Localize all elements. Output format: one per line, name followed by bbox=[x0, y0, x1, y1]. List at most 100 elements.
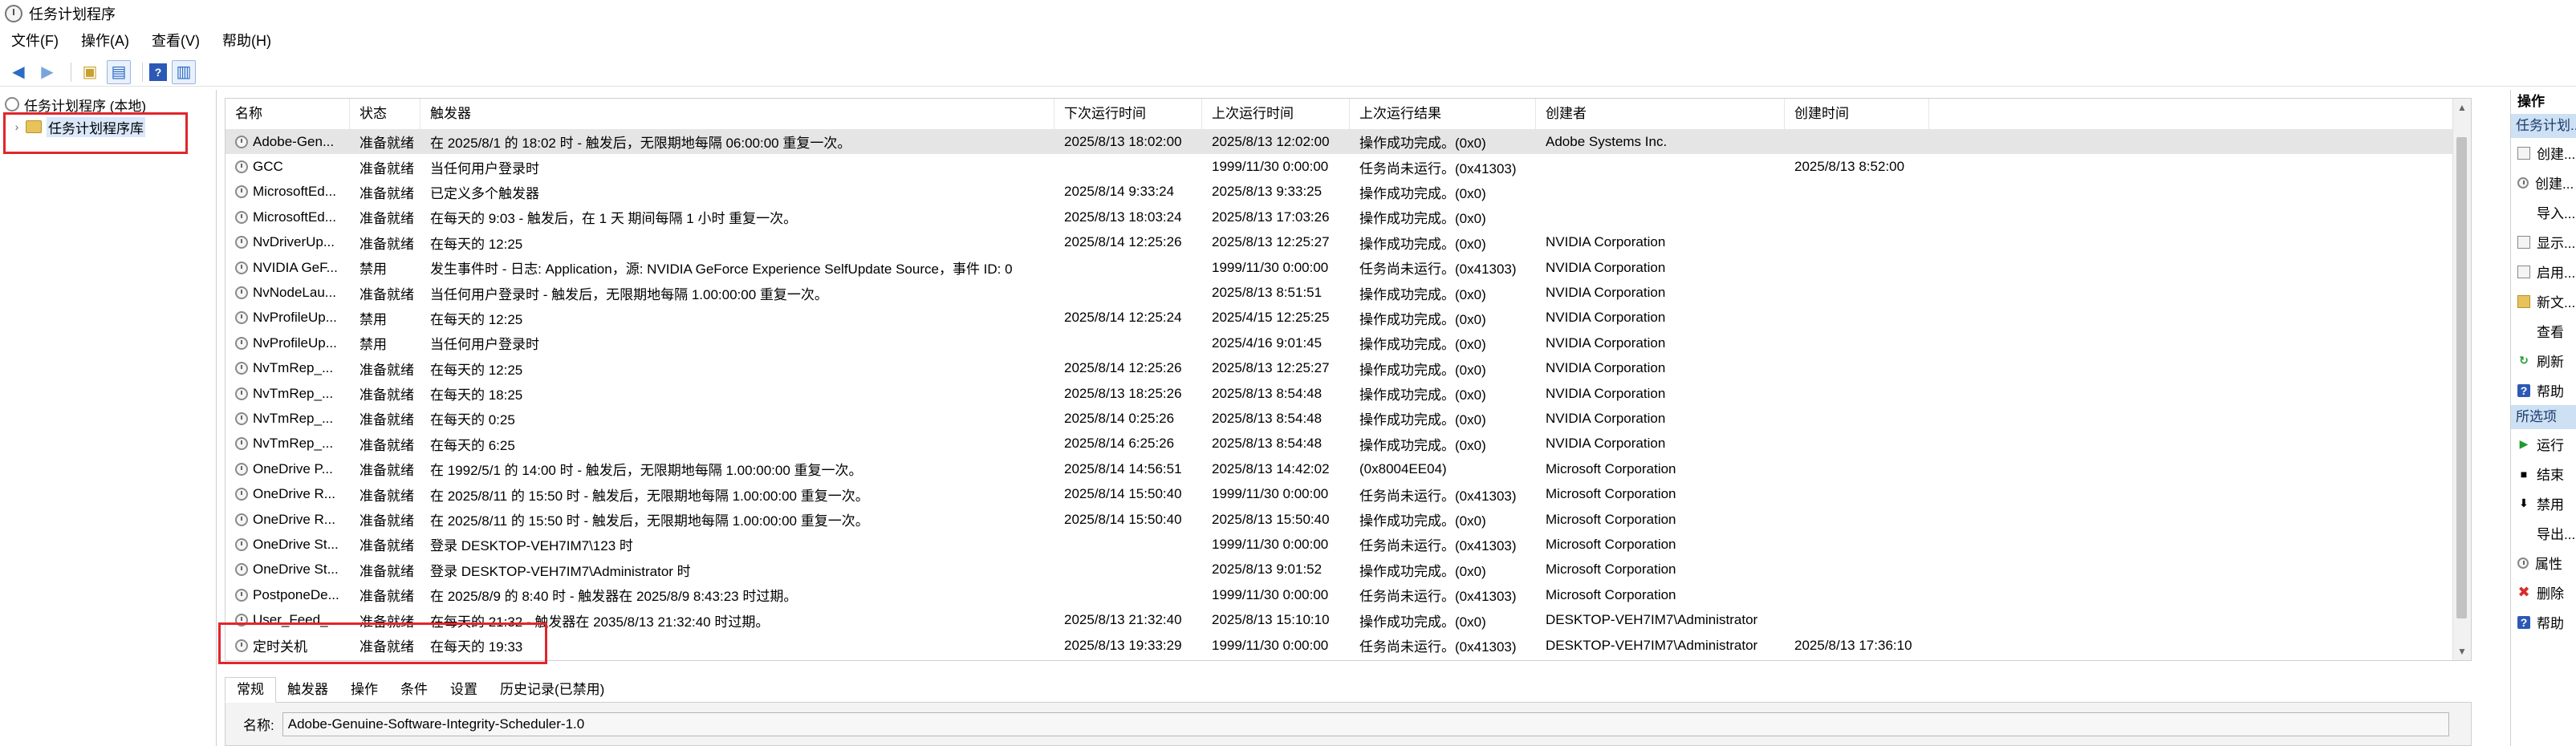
table-row[interactable]: PostponeDe... 准备就绪在 2025/8/9 的 8:40 时 - 触… bbox=[226, 582, 2471, 607]
table-row[interactable]: 定时关机 准备就绪 在每天的 19:33 2025/8/13 19:33:29 1999… bbox=[226, 633, 2471, 658]
table-row[interactable]: NvDriverUp... 准备就绪 在每天的 12:25 2025/8/14 12:… bbox=[226, 230, 2471, 255]
highlight-box-shutdown-task bbox=[218, 622, 547, 664]
tab-settings[interactable]: 设置 bbox=[439, 678, 489, 702]
column-header-name[interactable]: 名称 bbox=[226, 99, 350, 129]
help-icon[interactable]: ? bbox=[149, 63, 167, 81]
table-row[interactable]: NvTmRep_... 准备就绪 在每天的 12:25 2025/8/14 12:25… bbox=[226, 356, 2471, 381]
action-refresh[interactable]: ↻ 刷新 bbox=[2511, 346, 2576, 375]
action-enable-history[interactable]: 启用... bbox=[2511, 257, 2576, 286]
actions-section-scheduler[interactable]: 任务计划... bbox=[2511, 114, 2576, 138]
action-create-basic[interactable]: 创建... bbox=[2511, 138, 2576, 168]
table-row[interactable]: NvNodeLau... 准备就绪 当任何用户登录时 - 触发后，无限期地每隔 1.… bbox=[226, 280, 2471, 305]
cell-author: Adobe Systems Inc. bbox=[1546, 133, 1668, 149]
cell-last-result: 操作成功完成。(0x0) bbox=[1359, 286, 1486, 302]
table-row[interactable]: NvTmRep_... 准备就绪 在每天的 18:25 2025/8/13 18:25… bbox=[226, 381, 2471, 406]
table-row[interactable]: NvProfileUp... 禁用 当任何用户登录时 2025/4/16 9:01:4… bbox=[226, 330, 2471, 355]
table-row[interactable]: OneDrive St... 准备就绪 登录 DESKTOP-VEH7IM7\Adm… bbox=[226, 557, 2471, 582]
column-header-trigger[interactable]: 触发器 bbox=[421, 99, 1054, 129]
menu-file[interactable]: 文件(F) bbox=[0, 30, 70, 51]
cell-created: 2025/8/13 17:36:10 bbox=[1794, 637, 1912, 653]
cell-next-run: 2025/8/13 18:03:24 bbox=[1064, 209, 1182, 225]
action-help[interactable]: ? 帮助 bbox=[2511, 375, 2576, 405]
cell-author: Microsoft Corporation bbox=[1546, 511, 1676, 527]
cell-status: 禁用 bbox=[360, 262, 387, 278]
table-row[interactable]: NvProfileUp... 禁用 在每天的 12:25 2025/8/14 12:2… bbox=[226, 306, 2471, 330]
table-row[interactable]: OneDrive St... 准备就绪 登录 DESKTOP-VEH7IM7\123… bbox=[226, 532, 2471, 557]
cell-last-run: 1999/11/30 0:00:00 bbox=[1212, 259, 1329, 275]
tab-triggers[interactable]: 触发器 bbox=[276, 678, 339, 702]
column-header-last-run[interactable]: 上次运行时间 bbox=[1202, 99, 1350, 129]
table-row[interactable]: MicrosoftEd... 准备就绪 已定义多个触发器 2025/8/14 9:33… bbox=[226, 180, 2471, 205]
action-display-running[interactable]: 显示... bbox=[2511, 227, 2576, 257]
column-header-status[interactable]: 状态 bbox=[350, 99, 421, 129]
name-field[interactable]: Adobe-Genuine-Software-Integrity-Schedul… bbox=[282, 712, 2449, 736]
forward-arrow-icon[interactable]: ▶ bbox=[35, 60, 59, 84]
task-name: NVIDIA GeF... bbox=[253, 259, 338, 275]
column-header-last-result[interactable]: 上次运行结果 bbox=[1350, 99, 1536, 129]
cell-next-run: 2025/8/14 6:25:26 bbox=[1064, 436, 1175, 452]
menu-view[interactable]: 查看(V) bbox=[140, 30, 211, 51]
cell-name: NvProfileUp... bbox=[226, 310, 350, 326]
cell-last-result: 任务尚未运行。(0x41303) bbox=[1359, 262, 1517, 278]
up-folder-icon[interactable]: ▣ bbox=[78, 60, 102, 84]
table-row[interactable]: NVIDIA GeF... 禁用 发生事件时 - 日志: Application，源… bbox=[226, 255, 2471, 280]
task-clock-icon bbox=[235, 412, 248, 425]
window-title: 任务计划程序 bbox=[29, 6, 116, 22]
column-header-next-run[interactable]: 下次运行时间 bbox=[1054, 99, 1202, 129]
create-basic-task-icon bbox=[2517, 146, 2530, 160]
action-end[interactable]: ■ 结束 bbox=[2511, 459, 2576, 489]
cell-last-run: 2025/8/13 14:42:02 bbox=[1212, 460, 1330, 476]
menu-action[interactable]: 操作(A) bbox=[70, 30, 140, 51]
tab-conditions[interactable]: 条件 bbox=[389, 678, 439, 702]
task-clock-icon bbox=[235, 362, 248, 375]
scrollbar-thumb[interactable] bbox=[2456, 137, 2467, 618]
cell-author: Microsoft Corporation bbox=[1546, 562, 1676, 578]
scroll-down-icon[interactable]: ▼ bbox=[2453, 646, 2471, 657]
table-row[interactable]: OneDrive P... 准备就绪在 1992/5/1 的 14:00 时 - … bbox=[226, 456, 2471, 481]
show-hide-actions-icon[interactable]: ▥ bbox=[172, 59, 196, 84]
show-hide-tree-icon[interactable]: ▤ bbox=[107, 59, 131, 84]
task-clock-icon bbox=[235, 537, 248, 551]
cell-name: OneDrive St... bbox=[226, 537, 350, 553]
table-row[interactable]: GCC 准备就绪 当任何用户登录时 1999/11/30 0:00:00 任务尚未运行。… bbox=[226, 154, 2471, 179]
table-row[interactable]: OneDrive R... 准备就绪在 2025/8/11 的 15:50 时 -… bbox=[226, 507, 2471, 532]
table-row[interactable]: Adobe-Gen... 准备就绪在 2025/8/1 的 18:02 时 - 触… bbox=[226, 129, 2471, 155]
tab-actions[interactable]: 操作 bbox=[339, 678, 389, 702]
properties-icon bbox=[2517, 557, 2529, 569]
cell-name: GCC bbox=[226, 159, 350, 175]
action-disable[interactable]: ⬇ 禁用 bbox=[2511, 489, 2576, 518]
cell-last-result: 操作成功完成。(0x0) bbox=[1359, 311, 1486, 327]
back-arrow-icon[interactable]: ◀ bbox=[6, 60, 30, 84]
action-new-folder[interactable]: 新文... bbox=[2511, 286, 2576, 316]
actions-section-selected[interactable]: 所选项 bbox=[2511, 405, 2576, 429]
action-help-selected[interactable]: ? 帮助 bbox=[2511, 607, 2576, 637]
tab-history[interactable]: 历史记录(已禁用) bbox=[489, 678, 616, 702]
cell-name: MicrosoftEd... bbox=[226, 209, 350, 225]
table-row[interactable]: MicrosoftEd... 准备就绪 在每天的 9:03 - 触发后，在 1 天 … bbox=[226, 205, 2471, 229]
menu-help[interactable]: 帮助(H) bbox=[211, 30, 282, 51]
action-import[interactable]: 导入... bbox=[2511, 197, 2576, 227]
table-row[interactable]: User_Feed_... 准备就绪 在每天的 21:32 - 触发器在 2035/… bbox=[226, 607, 2471, 632]
scroll-up-icon[interactable]: ▲ bbox=[2453, 102, 2471, 113]
vertical-scrollbar[interactable]: ▲ ▼ bbox=[2452, 99, 2471, 660]
name-label: 名称: bbox=[243, 718, 274, 733]
column-header-author[interactable]: 创建者 bbox=[1536, 99, 1785, 129]
table-row[interactable]: NvTmRep_... 准备就绪 在每天的 6:25 2025/8/14 6:25:2… bbox=[226, 432, 2471, 456]
cell-name: NvProfileUp... bbox=[226, 335, 350, 351]
cell-author: NVIDIA Corporation bbox=[1546, 410, 1666, 426]
cell-status: 准备就绪 bbox=[360, 538, 414, 554]
action-view[interactable]: 查看 bbox=[2511, 316, 2576, 346]
action-properties[interactable]: 属性 bbox=[2511, 548, 2576, 578]
cell-last-result: 操作成功完成。(0x0) bbox=[1359, 185, 1486, 201]
tab-general[interactable]: 常规 bbox=[225, 677, 276, 703]
action-export[interactable]: 导出... bbox=[2511, 518, 2576, 548]
cell-trigger: 在每天的 18:25 bbox=[430, 387, 523, 403]
table-row[interactable]: OneDrive R... 准备就绪在 2025/8/11 的 15:50 时 -… bbox=[226, 481, 2471, 506]
action-run[interactable]: ▶ 运行 bbox=[2511, 429, 2576, 459]
column-header-created[interactable]: 创建时间 bbox=[1785, 99, 1929, 129]
action-create-task[interactable]: 创建... bbox=[2511, 168, 2576, 197]
action-delete[interactable]: ✖ 删除 bbox=[2511, 578, 2576, 607]
table-header: 名称 状态 触发器 下次运行时间 上次运行时间 上次运行结果 创建者 创建时间 bbox=[226, 99, 2471, 130]
cell-trigger: 登录 DESKTOP-VEH7IM7\123 时 bbox=[430, 538, 633, 554]
table-row[interactable]: NvTmRep_... 准备就绪 在每天的 0:25 2025/8/14 0:25:2… bbox=[226, 406, 2471, 431]
